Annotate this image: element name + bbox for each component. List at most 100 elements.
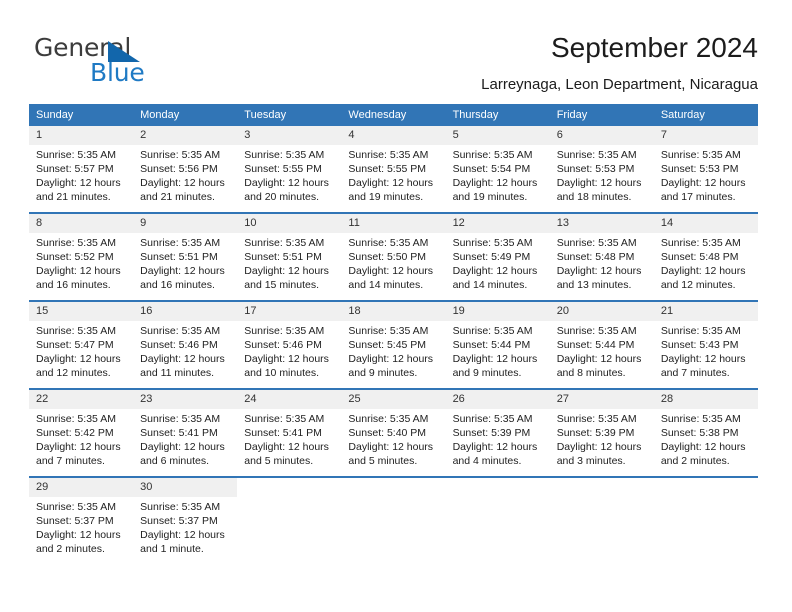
- calendar-page: General Blue September 2024 Larreynaga, …: [0, 0, 792, 612]
- weekday-header-monday: Monday: [133, 104, 238, 126]
- calendar-day-cell[interactable]: 27 Sunrise: 5:35 AM Sunset: 5:39 PM Dayligh…: [549, 388, 654, 477]
- sunset-time: Sunset: 5:48 PM: [660, 251, 739, 263]
- calendar-day-cell[interactable]: 23 Sunrise: 5:35 AM Sunset: 5:41 PM Dayligh…: [133, 388, 238, 477]
- day-number: 6: [549, 126, 654, 145]
- day-cell-body: 24 Sunrise: 5:35 AM Sunset: 5:41 PM Dayligh…: [237, 390, 342, 476]
- calendar-day-cell[interactable]: 7 Sunrise: 5:35 AM Sunset: 5:53 PM Daylight…: [653, 126, 758, 213]
- calendar-day-cell[interactable]: 26 Sunrise: 5:35 AM Sunset: 5:39 PM Dayligh…: [445, 388, 550, 477]
- daylight-duration-line2: and 20 minutes.: [244, 191, 319, 203]
- day-details: Sunrise: 5:35 AM Sunset: 5:53 PM Daylight:…: [654, 145, 758, 204]
- weekday-header-saturday: Saturday: [653, 104, 758, 126]
- sunrise-time: Sunrise: 5:35 AM: [140, 149, 221, 161]
- day-details: Sunrise: 5:35 AM Sunset: 5:49 PM Daylight:…: [446, 233, 550, 292]
- sunrise-time: Sunrise: 5:35 AM: [660, 149, 741, 161]
- day-number: 29: [29, 478, 134, 497]
- calendar-day-cell[interactable]: 18 Sunrise: 5:35 AM Sunset: 5:45 PM Dayligh…: [341, 300, 446, 389]
- sunset-time: Sunset: 5:54 PM: [452, 163, 531, 175]
- sunset-time: Sunset: 5:37 PM: [36, 515, 114, 527]
- day-number: 3: [237, 126, 342, 145]
- calendar-day-cell[interactable]: 9 Sunrise: 5:35 AM Sunset: 5:51 PM Daylight…: [133, 212, 238, 301]
- day-details: Sunrise: 5:35 AM Sunset: 5:53 PM Daylight:…: [550, 145, 654, 204]
- daylight-duration-line1: Daylight: 12 hours: [452, 441, 538, 453]
- sunrise-time: Sunrise: 5:35 AM: [36, 325, 116, 337]
- calendar-day-cell[interactable]: 13 Sunrise: 5:35 AM Sunset: 5:48 PM Dayligh…: [549, 212, 654, 301]
- calendar-day-cell[interactable]: 24 Sunrise: 5:35 AM Sunset: 5:41 PM Dayligh…: [237, 388, 342, 477]
- daylight-duration-line2: and 3 minutes.: [556, 455, 626, 467]
- calendar-day-cell[interactable]: 16 Sunrise: 5:35 AM Sunset: 5:46 PM Dayligh…: [133, 300, 238, 389]
- daylight-duration-line1: Daylight: 12 hours: [660, 353, 746, 365]
- sunset-time: Sunset: 5:38 PM: [660, 427, 739, 439]
- day-details: Sunrise: 5:35 AM Sunset: 5:46 PM Daylight:…: [133, 321, 237, 380]
- calendar-day-cell[interactable]: 21 Sunrise: 5:35 AM Sunset: 5:43 PM Dayligh…: [653, 300, 758, 389]
- calendar-day-cell[interactable]: 10 Sunrise: 5:35 AM Sunset: 5:51 PM Dayligh…: [237, 212, 342, 301]
- day-number: 4: [341, 126, 446, 145]
- day-cell-body: 21 Sunrise: 5:35 AM Sunset: 5:43 PM Dayligh…: [653, 302, 758, 388]
- sunrise-time: Sunrise: 5:35 AM: [452, 325, 533, 337]
- day-number: 23: [133, 390, 238, 409]
- sunrise-time: Sunrise: 5:35 AM: [36, 237, 116, 249]
- day-cell-body: 2 Sunrise: 5:35 AM Sunset: 5:56 PM Daylight…: [133, 126, 238, 212]
- calendar-empty-cell: [341, 476, 446, 564]
- calendar-header-row: Sunday Monday Tuesday Wednesday Thursday…: [29, 104, 758, 126]
- general-blue-logo[interactable]: General Blue: [34, 34, 234, 87]
- calendar-day-cell[interactable]: 14 Sunrise: 5:35 AM Sunset: 5:48 PM Dayligh…: [653, 212, 758, 301]
- day-cell-body: 17 Sunrise: 5:35 AM Sunset: 5:46 PM Dayligh…: [237, 302, 342, 388]
- daylight-duration-line2: and 19 minutes.: [348, 191, 424, 203]
- daylight-duration-line2: and 1 minute.: [140, 543, 204, 555]
- calendar-day-cell[interactable]: 3 Sunrise: 5:35 AM Sunset: 5:55 PM Daylight…: [237, 126, 342, 213]
- page-title: September 2024: [550, 32, 758, 63]
- daylight-duration-line2: and 2 minutes.: [660, 455, 730, 467]
- calendar-day-cell[interactable]: 2 Sunrise: 5:35 AM Sunset: 5:56 PM Daylight…: [133, 126, 238, 213]
- calendar-day-cell[interactable]: 30 Sunrise: 5:35 AM Sunset: 5:37 PM Dayligh…: [133, 476, 238, 564]
- calendar-week-row: 22 Sunrise: 5:35 AM Sunset: 5:42 PM Dayligh…: [29, 388, 758, 477]
- calendar-day-cell[interactable]: 29 Sunrise: 5:35 AM Sunset: 5:37 PM Dayligh…: [29, 476, 134, 564]
- daylight-duration-line2: and 14 minutes.: [348, 279, 424, 291]
- calendar-day-cell[interactable]: 17 Sunrise: 5:35 AM Sunset: 5:46 PM Dayligh…: [237, 300, 342, 389]
- calendar-day-cell[interactable]: 11 Sunrise: 5:35 AM Sunset: 5:50 PM Dayligh…: [341, 212, 446, 301]
- sunrise-time: Sunrise: 5:35 AM: [244, 149, 325, 161]
- daylight-duration-line1: Daylight: 12 hours: [660, 441, 746, 453]
- calendar-day-cell[interactable]: 20 Sunrise: 5:35 AM Sunset: 5:44 PM Dayligh…: [549, 300, 654, 389]
- sunset-time: Sunset: 5:47 PM: [36, 339, 114, 351]
- daylight-duration-line1: Daylight: 12 hours: [348, 441, 434, 453]
- day-details: Sunrise: 5:35 AM Sunset: 5:45 PM Daylight:…: [341, 321, 445, 380]
- daylight-duration-line2: and 4 minutes.: [452, 455, 522, 467]
- calendar-day-cell[interactable]: 19 Sunrise: 5:35 AM Sunset: 5:44 PM Dayligh…: [445, 300, 550, 389]
- calendar-table: Sunday Monday Tuesday Wednesday Thursday…: [29, 104, 758, 564]
- sunset-time: Sunset: 5:42 PM: [36, 427, 114, 439]
- calendar-day-cell[interactable]: 25 Sunrise: 5:35 AM Sunset: 5:40 PM Dayligh…: [341, 388, 446, 477]
- daylight-duration-line1: Daylight: 12 hours: [660, 177, 746, 189]
- calendar-day-cell[interactable]: 4 Sunrise: 5:35 AM Sunset: 5:55 PM Daylight…: [341, 126, 446, 213]
- calendar-day-cell[interactable]: 28 Sunrise: 5:35 AM Sunset: 5:38 PM Dayligh…: [653, 388, 758, 477]
- sunrise-time: Sunrise: 5:35 AM: [140, 413, 221, 425]
- day-cell-body: 26 Sunrise: 5:35 AM Sunset: 5:39 PM Dayligh…: [445, 390, 550, 476]
- calendar-day-cell[interactable]: 1 Sunrise: 5:35 AM Sunset: 5:57 PM Daylight…: [29, 126, 134, 213]
- day-details: Sunrise: 5:35 AM Sunset: 5:38 PM Daylight:…: [654, 409, 758, 468]
- calendar-day-cell[interactable]: 12 Sunrise: 5:35 AM Sunset: 5:49 PM Dayligh…: [445, 212, 550, 301]
- day-cell-body: [237, 478, 342, 564]
- day-details: Sunrise: 5:35 AM Sunset: 5:52 PM Daylight:…: [29, 233, 133, 292]
- sunset-time: Sunset: 5:51 PM: [140, 251, 218, 263]
- day-cell-body: 30 Sunrise: 5:35 AM Sunset: 5:37 PM Dayligh…: [133, 478, 238, 564]
- page-subtitle: Larreynaga, Leon Department, Nicaragua: [481, 76, 758, 93]
- daylight-duration-line1: Daylight: 12 hours: [36, 353, 121, 365]
- calendar-day-cell[interactable]: 6 Sunrise: 5:35 AM Sunset: 5:53 PM Daylight…: [549, 126, 654, 213]
- daylight-duration-line2: and 9 minutes.: [348, 367, 418, 379]
- calendar-day-cell[interactable]: 22 Sunrise: 5:35 AM Sunset: 5:42 PM Dayligh…: [29, 388, 134, 477]
- day-details: Sunrise: 5:35 AM Sunset: 5:56 PM Daylight:…: [133, 145, 237, 204]
- calendar-day-cell[interactable]: 15 Sunrise: 5:35 AM Sunset: 5:47 PM Dayligh…: [29, 300, 134, 389]
- day-number: 28: [653, 390, 758, 409]
- sunset-time: Sunset: 5:48 PM: [556, 251, 635, 263]
- day-cell-body: [549, 478, 654, 564]
- sunrise-time: Sunrise: 5:35 AM: [244, 325, 325, 337]
- sunrise-time: Sunrise: 5:35 AM: [36, 501, 116, 513]
- day-cell-body: 14 Sunrise: 5:35 AM Sunset: 5:48 PM Dayligh…: [653, 214, 758, 300]
- day-number: 10: [237, 214, 342, 233]
- calendar-day-cell[interactable]: 5 Sunrise: 5:35 AM Sunset: 5:54 PM Daylight…: [445, 126, 550, 213]
- calendar-day-cell[interactable]: 8 Sunrise: 5:35 AM Sunset: 5:52 PM Daylight…: [29, 212, 134, 301]
- sunrise-time: Sunrise: 5:35 AM: [556, 413, 637, 425]
- sunset-time: Sunset: 5:44 PM: [556, 339, 635, 351]
- daylight-duration-line1: Daylight: 12 hours: [36, 441, 121, 453]
- daylight-duration-line2: and 14 minutes.: [452, 279, 528, 291]
- day-details: Sunrise: 5:35 AM Sunset: 5:44 PM Daylight:…: [550, 321, 654, 380]
